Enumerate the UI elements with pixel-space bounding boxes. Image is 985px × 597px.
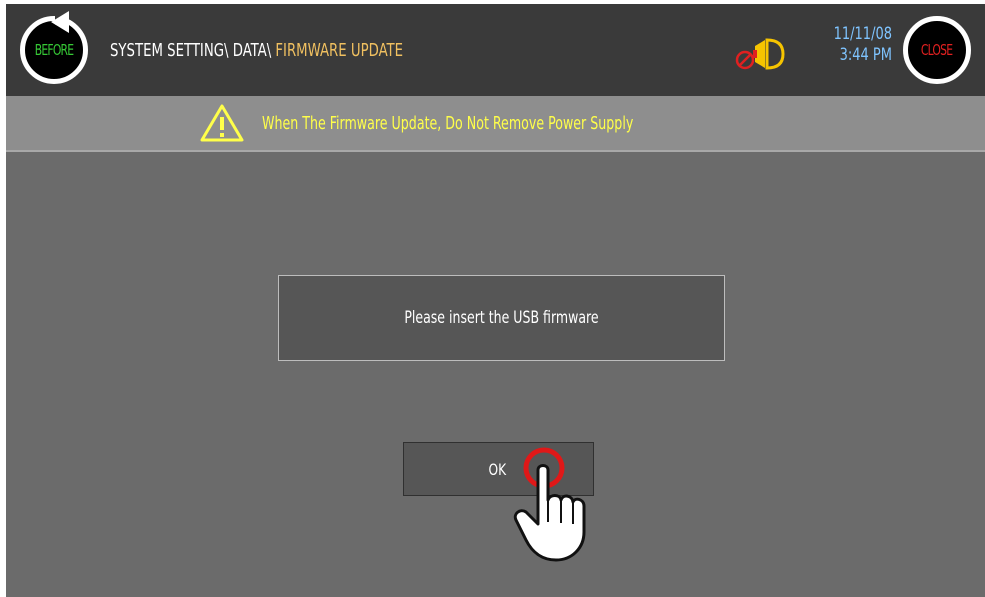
- datetime: 11/11/08 3:44 PM: [826, 24, 892, 66]
- back-arrow-icon: [51, 11, 69, 33]
- buzzer-off-icon[interactable]: [733, 34, 797, 74]
- close-button[interactable]: CLOSE: [903, 16, 971, 84]
- before-label: BEFORE: [34, 41, 74, 59]
- top-bar: BEFORE SYSTEM SETTING\ DATA\ FIRMWARE UP…: [6, 4, 985, 96]
- hmi-screen: BEFORE SYSTEM SETTING\ DATA\ FIRMWARE UP…: [6, 4, 985, 597]
- pointing-hand-icon: [513, 447, 586, 562]
- date-text: 11/11/08: [833, 24, 892, 44]
- breadcrumb-current: FIRMWARE UPDATE: [275, 40, 404, 61]
- close-label: CLOSE: [921, 41, 953, 59]
- warning-banner: When The Firmware Update, Do Not Remove …: [6, 96, 985, 152]
- breadcrumb-path: SYSTEM SETTING\ DATA\: [110, 40, 276, 61]
- warning-icon: [200, 104, 244, 142]
- before-button[interactable]: BEFORE: [20, 11, 88, 84]
- warning-text: When The Firmware Update, Do Not Remove …: [262, 113, 634, 134]
- ok-label: OK: [488, 459, 507, 479]
- message-text: Please insert the USB firmware: [404, 308, 599, 328]
- breadcrumb: SYSTEM SETTING\ DATA\ FIRMWARE UPDATE: [110, 40, 403, 61]
- message-box: Please insert the USB firmware: [278, 275, 725, 361]
- time-text: 3:44 PM: [839, 45, 892, 65]
